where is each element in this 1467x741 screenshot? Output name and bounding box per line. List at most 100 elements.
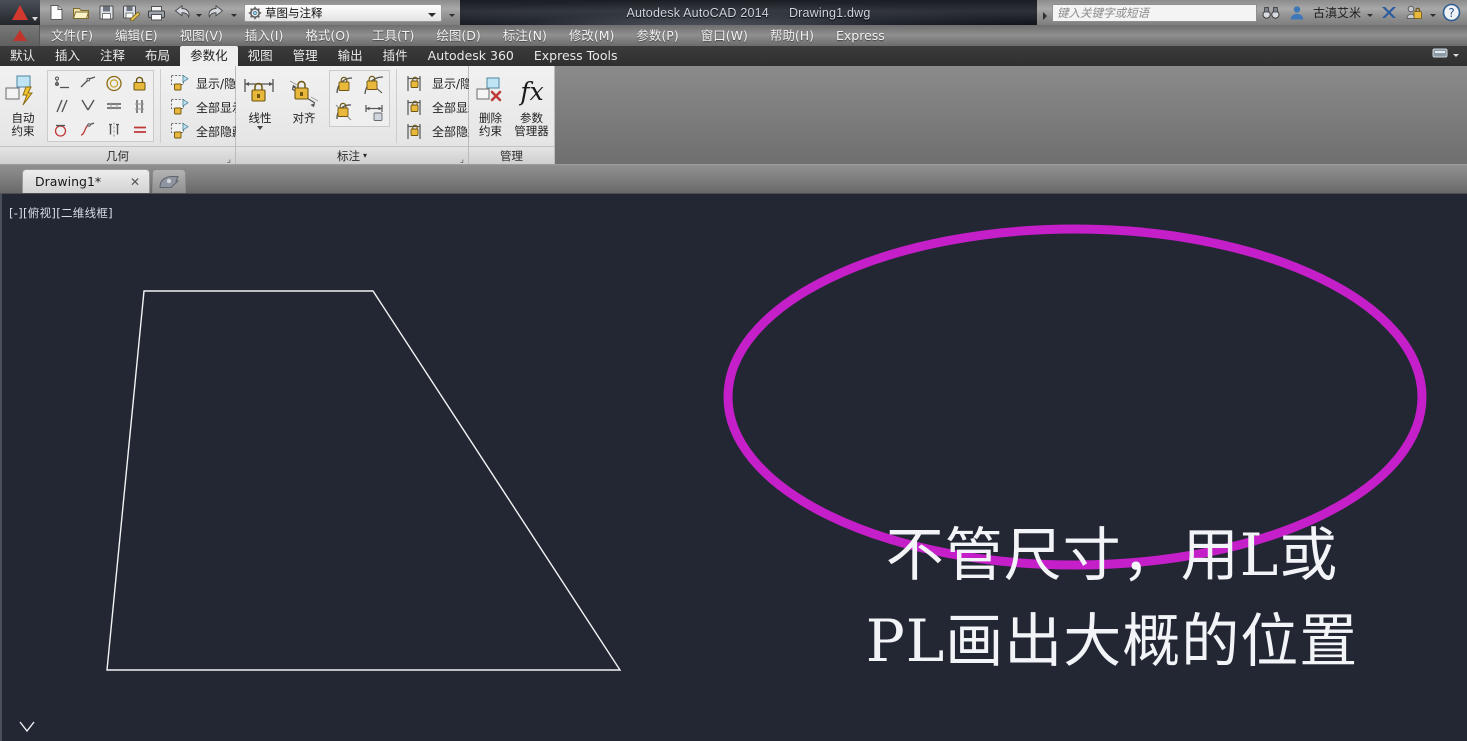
application-menu-button[interactable] bbox=[0, 0, 40, 25]
dim-convert-button[interactable] bbox=[360, 99, 388, 125]
dim-diameter-button[interactable] bbox=[331, 99, 359, 125]
delete-constraints-line1: 删除 bbox=[479, 111, 502, 125]
menu-item-window[interactable]: 窗口(W) bbox=[690, 25, 759, 46]
tab-output[interactable]: 输出 bbox=[328, 46, 373, 66]
tab-home[interactable]: 默认 bbox=[0, 46, 45, 66]
menu-item-express[interactable]: Express bbox=[825, 25, 896, 46]
annotation-text-line2: PL画出大概的位置 bbox=[865, 607, 1359, 675]
parallel-constraint-button[interactable] bbox=[49, 95, 74, 117]
tab-addins[interactable]: 插件 bbox=[373, 46, 418, 66]
fix-constraint-button[interactable] bbox=[127, 72, 152, 94]
search-placeholder: 键入关键字或短语 bbox=[1056, 5, 1149, 20]
new-file-button[interactable] bbox=[44, 2, 68, 24]
menu-item-view[interactable]: 视图(V) bbox=[169, 25, 234, 46]
help-button[interactable]: ? bbox=[1439, 2, 1463, 24]
auto-constrain-icon bbox=[4, 72, 42, 112]
quick-access-overflow-button[interactable] bbox=[447, 2, 456, 24]
menu-item-parametric[interactable]: 参数(P) bbox=[625, 25, 689, 46]
user-account-button[interactable] bbox=[1285, 2, 1309, 24]
panel-manage: 删除 约束 fx 参数 管理器 管理 bbox=[469, 66, 555, 164]
undo-button[interactable] bbox=[169, 2, 193, 24]
equal-constraint-button[interactable] bbox=[127, 118, 152, 140]
search-input[interactable]: 键入关键字或短语 bbox=[1051, 3, 1257, 22]
layout-preview-icon bbox=[159, 175, 180, 188]
dim-radius-icon bbox=[364, 75, 384, 94]
tab-manage[interactable]: 管理 bbox=[283, 46, 328, 66]
close-icon[interactable]: ✕ bbox=[127, 175, 143, 189]
drawing-canvas[interactable]: [-][俯视][二维线框] 不管尺寸，用L或 PL画出大概的位置 bbox=[0, 194, 1467, 741]
panel-dimension-caret[interactable]: ▾ bbox=[363, 151, 367, 160]
menu-item-format[interactable]: 格式(O) bbox=[294, 25, 361, 46]
title-app-name: Autodesk AutoCAD 2014 bbox=[626, 5, 769, 20]
concentric-constraint-button[interactable] bbox=[101, 72, 126, 94]
save-as-button[interactable] bbox=[119, 2, 143, 24]
dim-linear-button[interactable]: 线性 bbox=[238, 69, 282, 131]
save-button[interactable] bbox=[94, 2, 118, 24]
tab-layout[interactable]: 布局 bbox=[135, 46, 180, 66]
redo-dropdown[interactable] bbox=[229, 2, 238, 24]
chevron-down-icon bbox=[448, 13, 455, 17]
open-file-button[interactable] bbox=[69, 2, 93, 24]
dim-radius-button[interactable] bbox=[360, 72, 388, 98]
menu-item-insert[interactable]: 插入(I) bbox=[234, 25, 294, 46]
menu-item-draw[interactable]: 绘图(D) bbox=[425, 25, 491, 46]
parameters-manager-button[interactable]: fx 参数 管理器 bbox=[511, 69, 553, 139]
infocenter-expand-button[interactable] bbox=[1041, 2, 1050, 24]
redo-button[interactable] bbox=[204, 2, 228, 24]
chevron-down-icon bbox=[195, 13, 202, 17]
menu-item-modify[interactable]: 修改(M) bbox=[558, 25, 626, 46]
coincident-constraint-button[interactable] bbox=[49, 72, 74, 94]
dim-angular-button[interactable] bbox=[331, 72, 359, 98]
symmetric-constraint-button[interactable] bbox=[101, 118, 126, 140]
workspace-switch-combo[interactable]: 草图与注释 bbox=[244, 3, 442, 22]
panel-manage-label: 管理 bbox=[469, 146, 554, 164]
tab-express-tools[interactable]: Express Tools bbox=[524, 46, 628, 66]
menu-item-edit[interactable]: 编辑(E) bbox=[104, 25, 169, 46]
plot-button[interactable] bbox=[144, 2, 168, 24]
panel-manage-body: 删除 约束 fx 参数 管理器 bbox=[469, 66, 554, 146]
chevron-down-icon[interactable] bbox=[428, 6, 436, 20]
tab-autodesk360[interactable]: Autodesk 360 bbox=[418, 46, 524, 66]
chevron-down-icon[interactable] bbox=[1453, 53, 1459, 57]
horizontal-constraint-icon bbox=[106, 102, 121, 109]
window-title: Autodesk AutoCAD 2014 Drawing1.dwg bbox=[460, 0, 1037, 25]
tab-annotate[interactable]: 注释 bbox=[90, 46, 135, 66]
chevron-down-icon[interactable] bbox=[257, 126, 263, 130]
annotation-text: 不管尺寸，用L或 PL画出大概的位置 bbox=[822, 512, 1402, 684]
document-tab-drawing1[interactable]: Drawing1* ✕ bbox=[22, 169, 150, 193]
tab-parametric[interactable]: 参数化 bbox=[180, 46, 238, 66]
document-tab-bar: Drawing1* ✕ bbox=[0, 165, 1467, 194]
menu-item-help[interactable]: 帮助(H) bbox=[759, 25, 825, 46]
autodesk-exchange-button[interactable] bbox=[1376, 2, 1400, 24]
smooth-constraint-button[interactable] bbox=[75, 118, 100, 140]
tab-insert[interactable]: 插入 bbox=[45, 46, 90, 66]
search-button[interactable] bbox=[1259, 2, 1283, 24]
ribbon-tab-strip: 默认 插入 注释 布局 参数化 视图 管理 输出 插件 Autodesk 360… bbox=[0, 46, 1467, 66]
trapezoid-outline[interactable] bbox=[106, 290, 622, 671]
menu-item-dimension[interactable]: 标注(N) bbox=[492, 25, 558, 46]
perpendicular-constraint-button[interactable] bbox=[75, 95, 100, 117]
geom-show-all-icon bbox=[171, 98, 189, 114]
menu-item-tools[interactable]: 工具(T) bbox=[361, 25, 425, 46]
auto-constrain-line1: 自动 bbox=[11, 111, 35, 125]
auto-constrain-button[interactable]: 自动 约束 bbox=[2, 69, 44, 139]
tangent-constraint-button[interactable] bbox=[49, 118, 74, 140]
delete-constraints-line2: 约束 bbox=[479, 124, 502, 138]
delete-constraints-button[interactable]: 删除 约束 bbox=[471, 69, 511, 139]
vertical-constraint-button[interactable] bbox=[127, 95, 152, 117]
dim-aligned-button[interactable]: 对齐 bbox=[282, 69, 326, 126]
menu-item-file[interactable]: 文件(F) bbox=[40, 25, 104, 46]
ribbon-display-options-button[interactable] bbox=[1432, 46, 1448, 64]
title-doc-name: Drawing1.dwg bbox=[788, 5, 871, 20]
user-menu-dropdown[interactable] bbox=[1365, 2, 1374, 24]
horizontal-constraint-button[interactable] bbox=[101, 95, 126, 117]
chevron-down-icon bbox=[32, 17, 38, 21]
dim-show-hide-icon bbox=[407, 75, 421, 91]
undo-dropdown[interactable] bbox=[194, 2, 203, 24]
layout-preview-tab[interactable] bbox=[152, 169, 186, 193]
sign-in-dropdown[interactable] bbox=[1428, 2, 1437, 24]
tab-view[interactable]: 视图 bbox=[238, 46, 283, 66]
sign-in-button[interactable] bbox=[1402, 2, 1426, 24]
panel-dimension-label: 标注 ▾ ⌟ bbox=[236, 146, 468, 165]
collinear-constraint-button[interactable] bbox=[75, 72, 100, 94]
